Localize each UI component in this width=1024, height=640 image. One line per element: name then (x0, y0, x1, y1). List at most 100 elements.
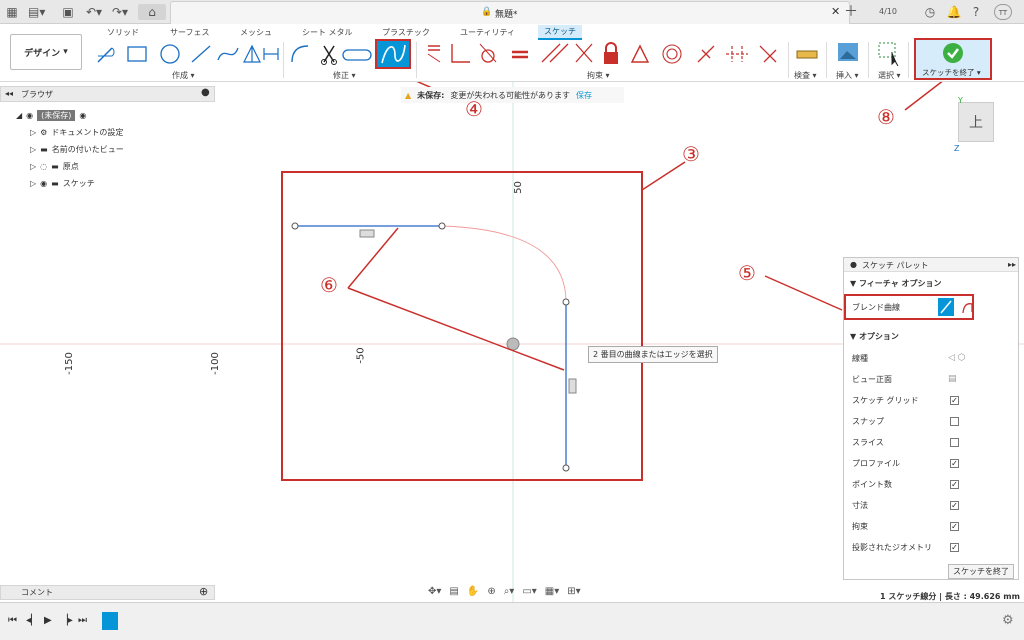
origin-point-icon[interactable] (506, 337, 520, 351)
insert-image-icon[interactable] (836, 40, 860, 64)
close-tab-icon[interactable]: ✕ (831, 5, 840, 18)
vertical-constraint-icon[interactable] (568, 378, 577, 394)
insert-group-label[interactable]: 挿入 ▾ (836, 70, 859, 81)
spline-tool-icon[interactable] (217, 47, 239, 61)
home-icon[interactable]: ⌂ (138, 4, 166, 20)
select-icon[interactable] (876, 40, 902, 66)
expand-icon[interactable]: ▷ (30, 145, 36, 154)
midpoint-icon[interactable] (697, 45, 715, 63)
sketch-point[interactable] (438, 222, 446, 230)
timeline-next-icon[interactable]: ▕▸ (60, 615, 73, 626)
display-settings-icon[interactable]: ▭▾ (522, 586, 536, 597)
save-link[interactable]: 保存 (576, 90, 592, 101)
redo-icon[interactable]: ↷▾ (110, 4, 130, 20)
coincident-icon[interactable] (427, 45, 441, 63)
fillet-tool-icon[interactable] (291, 45, 309, 63)
palette-finish-button[interactable]: スケッチを終了 (948, 564, 1014, 579)
collapse-icon[interactable]: ◂◂ (5, 89, 13, 98)
tab-surface[interactable]: サーフェス (170, 27, 210, 38)
eye-icon[interactable]: ◉ (26, 111, 33, 120)
help-icon[interactable]: ? (968, 4, 984, 20)
job-status[interactable]: 4/10 (868, 4, 908, 20)
new-tab-icon[interactable]: ＋ (842, 4, 860, 20)
look-at-icon[interactable]: ▤ (449, 586, 458, 597)
viewports-icon[interactable]: ⊞▾ (567, 586, 580, 597)
fit-icon[interactable]: ⌕▾ (504, 586, 515, 597)
expand-icon[interactable]: ◢ (16, 111, 22, 120)
eye-icon[interactable]: ◉ (40, 179, 47, 188)
browser-item-origin[interactable]: ▷ ◌ ▬ 原点 (30, 159, 79, 173)
timeline-play-icon[interactable]: ▶ (44, 615, 52, 626)
browser-item-root[interactable]: ◢ ◉ (未保存) ◉ (16, 108, 86, 122)
inspect-group-label[interactable]: 検査 ▾ (794, 70, 817, 81)
expand-icon[interactable]: ▷ (30, 128, 36, 137)
browser-panel-header[interactable]: ◂◂ ブラウザ ● (0, 86, 215, 102)
g1-blend-button[interactable] (938, 298, 954, 316)
option-checkbox[interactable]: ✓ (950, 458, 959, 468)
option-checkbox[interactable] (950, 416, 959, 426)
create-group-label[interactable]: 作成 ▾ (172, 70, 195, 81)
apps-grid-icon[interactable]: ▦ (4, 4, 20, 20)
grid-settings-icon[interactable]: ▦▾ (545, 586, 559, 597)
equal-icon[interactable] (512, 50, 528, 59)
sketch-point[interactable] (291, 222, 299, 230)
modify-group-label[interactable]: 修正 ▾ (333, 70, 356, 81)
horizontal-constraint-icon[interactable] (359, 229, 375, 238)
sketch-point[interactable] (562, 464, 570, 472)
feature-options-section[interactable]: ▼ フィーチャ オプション (850, 278, 941, 289)
curvature-icon[interactable] (759, 45, 777, 63)
option-checkbox[interactable]: ✓ (950, 500, 959, 510)
expand-icon[interactable]: ▷ (30, 162, 36, 171)
linetype-icon[interactable]: ◁ ⬡ (948, 353, 966, 363)
measure-icon[interactable] (795, 42, 819, 66)
radio-icon[interactable]: ◉ (79, 111, 86, 120)
design-workspace-button[interactable]: デザイン ▾ (10, 34, 82, 70)
finish-sketch-button[interactable]: スケッチを終了 ▾ (914, 38, 992, 80)
timeline-settings-icon[interactable]: ⚙ (1002, 613, 1014, 628)
view-cube[interactable]: 上 (958, 102, 994, 142)
offset-tool-icon[interactable] (342, 49, 372, 61)
concentric-icon[interactable] (662, 44, 682, 64)
tab-sheet-metal[interactable]: シート メタル (302, 27, 353, 38)
tab-plastic[interactable]: プラスチック (382, 27, 430, 38)
trim-tool-icon[interactable] (321, 45, 337, 65)
timeline-sketch-marker[interactable] (102, 612, 118, 630)
tab-sketch[interactable]: スケッチ (538, 25, 582, 40)
palette-expand-icon[interactable]: ▸▸ (1008, 260, 1016, 269)
horizontal-vertical-icon[interactable] (575, 43, 593, 63)
bell-icon[interactable]: 🔔 (946, 4, 962, 20)
avatar[interactable]: TT (994, 4, 1012, 20)
tangent-icon[interactable] (479, 43, 497, 63)
zoom-icon[interactable]: ⊕ (487, 586, 495, 597)
blend-curve-tool[interactable] (375, 39, 411, 69)
perpendicular-icon[interactable] (451, 44, 470, 63)
tab-utility[interactable]: ユーティリティ (460, 27, 515, 38)
pan-icon[interactable]: ✋ (467, 586, 479, 597)
dimension-tool-icon[interactable] (263, 48, 279, 60)
palette-minimize-icon[interactable]: ● (850, 260, 857, 269)
sketch-point[interactable] (562, 298, 570, 306)
fix-lock-icon[interactable] (604, 42, 618, 64)
constraints-group-label[interactable]: 拘束 ▾ (587, 70, 610, 81)
timeline-start-icon[interactable]: ⏮ (8, 615, 17, 626)
browser-item-sketch[interactable]: ▷ ◉ ▬ スケッチ (30, 176, 95, 190)
browser-item-named-views[interactable]: ▷ ▬ 名前の付いたビュー (30, 142, 124, 156)
tab-mesh[interactable]: メッシュ (240, 27, 272, 38)
eye-icon[interactable]: ◌ (40, 162, 47, 171)
option-checkbox[interactable]: ✓ (950, 395, 959, 405)
triangle-constraint-icon[interactable] (630, 44, 650, 63)
select-group-label[interactable]: 選択 ▾ (878, 70, 901, 81)
tab-solid[interactable]: ソリッド (107, 27, 139, 38)
g2-blend-icon[interactable] (960, 298, 976, 316)
timeline-prev-icon[interactable]: ◂▏ (26, 615, 39, 626)
option-checkbox[interactable] (950, 437, 959, 447)
minimize-icon[interactable]: ● (201, 87, 210, 98)
file-icon[interactable]: ▤▾ (28, 4, 45, 20)
view-normal-icon[interactable]: ▤ (948, 374, 957, 384)
option-checkbox[interactable]: ✓ (950, 479, 959, 489)
symmetry-icon[interactable] (726, 46, 748, 62)
parallel-icon[interactable] (541, 43, 569, 63)
add-comment-icon[interactable]: ⊕ (199, 585, 208, 598)
palette-header[interactable]: ● スケッチ パレット ▸▸ (844, 258, 1018, 272)
timeline-end-icon[interactable]: ⏭ (78, 615, 87, 626)
